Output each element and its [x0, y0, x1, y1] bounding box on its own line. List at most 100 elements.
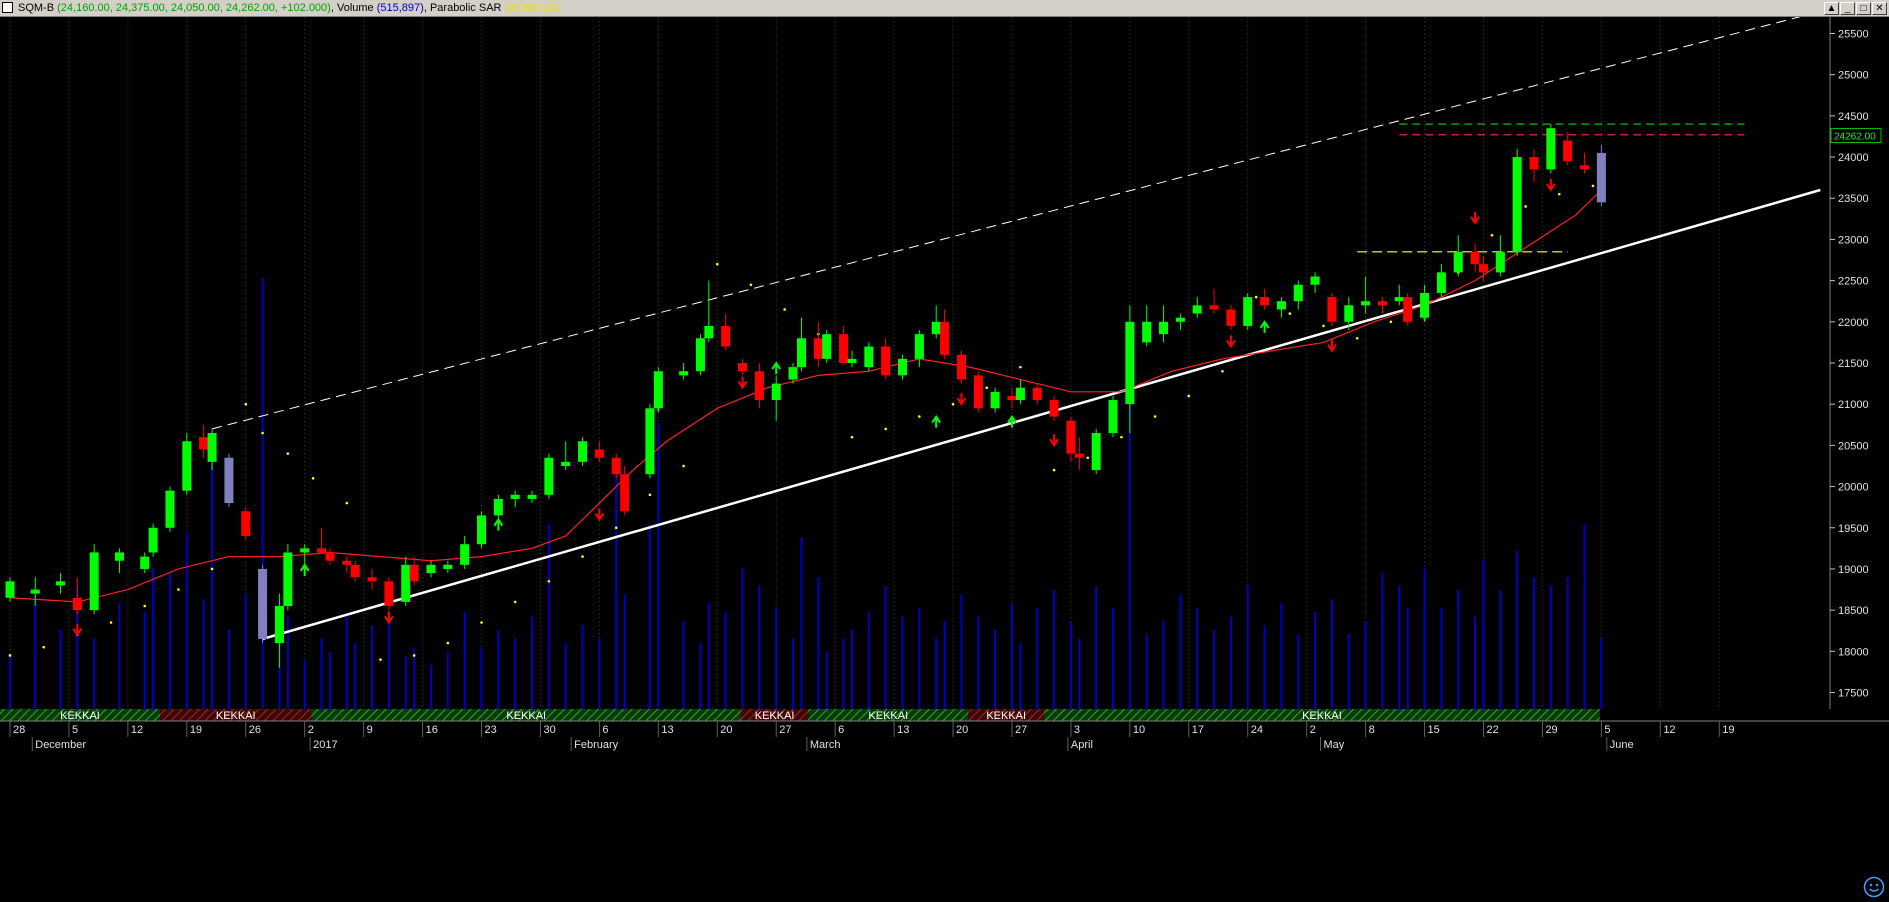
candle-body	[1192, 305, 1202, 314]
candle-body	[1260, 297, 1270, 306]
close-button[interactable]: ✕	[1872, 2, 1887, 15]
candle-body	[367, 577, 377, 582]
sar-dot	[783, 308, 786, 311]
sar-dot	[1557, 192, 1561, 196]
candle-body	[914, 334, 924, 359]
sar-dot	[210, 567, 214, 571]
x-tick-label: 17	[1192, 724, 1204, 736]
candle-body	[409, 564, 419, 582]
maximize-button[interactable]: □	[1856, 2, 1871, 15]
price-tick-label: 17500	[1838, 688, 1869, 700]
volume-bar	[1566, 577, 1569, 709]
volume-bar	[825, 651, 828, 709]
candle-body	[1529, 157, 1539, 170]
volume-bar	[404, 656, 407, 709]
candle-body	[72, 597, 82, 611]
candle-body	[1015, 387, 1025, 401]
price-chart[interactable]: 17500 18000 18500 19000 19500 20000 20500 21000…	[0, 17, 1889, 902]
volume-bar	[884, 585, 887, 709]
sar-dot	[918, 415, 921, 418]
last-price-label: 24262.00	[1834, 131, 1876, 142]
candle-body	[1066, 420, 1076, 454]
candle-body	[771, 383, 781, 401]
candle-body	[594, 449, 604, 458]
candle-body	[527, 494, 537, 499]
month-label: 2017	[313, 739, 337, 751]
sar-dot	[261, 431, 264, 435]
sar-dot	[850, 435, 854, 439]
month-label: March	[810, 739, 841, 751]
volume-bar	[1314, 612, 1317, 709]
minimize-button[interactable]: _	[1840, 2, 1855, 15]
smiley-icon[interactable]	[1863, 876, 1885, 898]
volume-bar	[1440, 607, 1443, 709]
sar-dot	[1052, 468, 1056, 472]
candle-body	[460, 544, 470, 565]
window-titlebar: SQM-B (24,160.00, 24,375.00, 24,050.00, …	[0, 0, 1889, 17]
candle-body	[1226, 309, 1236, 326]
candle-body	[1243, 297, 1253, 326]
x-tick-label: 27	[779, 724, 791, 736]
candle-body	[89, 552, 99, 611]
price-tick-label: 21500	[1838, 358, 1869, 370]
volume-bar	[699, 643, 702, 709]
x-tick-label: 5	[72, 724, 78, 736]
candle-body	[1403, 297, 1413, 322]
x-tick-label: 27	[1015, 724, 1027, 736]
volume-bar	[463, 612, 466, 709]
volume-bar	[707, 603, 710, 709]
volume-bar	[1263, 625, 1266, 709]
volume-bar	[581, 625, 584, 709]
volume-bar	[1053, 590, 1056, 709]
scroll-up-button[interactable]: ▲	[1824, 2, 1839, 15]
volume-bar	[1533, 577, 1536, 709]
candle-body	[30, 589, 40, 594]
price-tick-label: 20000	[1838, 482, 1869, 494]
volume-bar	[227, 629, 230, 709]
x-tick-label: 19	[190, 724, 202, 736]
volume-bar	[1398, 585, 1401, 709]
candle-body	[1074, 453, 1084, 458]
x-tick-label: 10	[1133, 724, 1145, 736]
volume-bar	[168, 572, 171, 709]
month-label: April	[1071, 739, 1093, 751]
x-tick-label: 26	[249, 724, 261, 736]
candle-body	[1293, 284, 1303, 302]
x-tick-label: 22	[1487, 724, 1499, 736]
candle-body	[114, 552, 124, 561]
volume-bar	[497, 629, 500, 709]
volume-bar	[682, 621, 685, 709]
candle-body	[611, 457, 621, 475]
candle-body	[1327, 297, 1337, 322]
price-tick-label: 18500	[1838, 605, 1869, 617]
candle-body	[544, 457, 554, 495]
sar-dot	[1019, 365, 1022, 369]
candle-body	[796, 338, 806, 368]
x-tick-label: 8	[1369, 724, 1375, 736]
volume-bar	[918, 607, 921, 709]
sar-dot	[42, 645, 45, 649]
price-tick-label: 23500	[1838, 193, 1869, 205]
sar-dot	[286, 452, 290, 455]
volume-bar	[1381, 572, 1384, 709]
candle-body	[1453, 251, 1463, 273]
sar-dot	[581, 555, 584, 558]
sar-dot	[143, 604, 147, 608]
volume-bar	[1010, 603, 1013, 709]
volume-bar	[1179, 594, 1182, 709]
candle-body	[1032, 387, 1042, 401]
symbol-name: SQM-B	[18, 2, 55, 14]
volume-bar	[1213, 629, 1216, 709]
sar-dot	[1254, 295, 1258, 299]
volume-bar	[1095, 585, 1098, 709]
volume-bar	[1423, 568, 1426, 709]
volume-bar	[303, 660, 306, 709]
volume-bar	[598, 638, 601, 709]
price-tick-label: 19000	[1838, 564, 1869, 576]
volume-bar	[623, 594, 626, 709]
candle-body	[1495, 251, 1505, 273]
volume-bar	[9, 656, 11, 709]
volume-bar	[185, 533, 188, 709]
candle-body	[1470, 251, 1480, 265]
candle-body	[510, 494, 520, 499]
